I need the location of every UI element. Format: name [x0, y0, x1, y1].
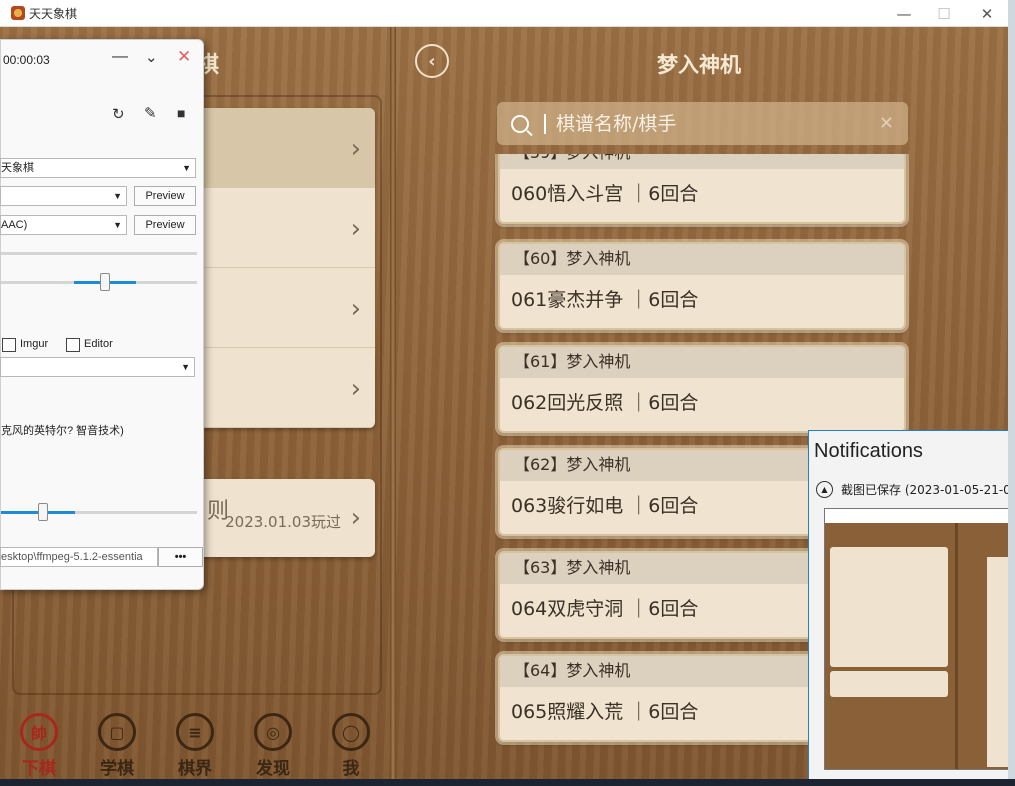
user-icon: ◯	[332, 713, 370, 751]
window-titlebar: 天天象棋	[0, 0, 1008, 27]
nav-play[interactable]: 帥 下棋	[0, 705, 78, 780]
card-header: 【60】梦入神机	[500, 244, 904, 275]
search-icon	[511, 114, 529, 133]
window-select-value: 天象棋	[1, 162, 34, 174]
chevron-right-icon: ›	[350, 214, 361, 244]
editor-checkbox[interactable]	[66, 338, 80, 352]
taskbar	[0, 779, 1015, 786]
refresh-icon[interactable]: ↻	[112, 105, 125, 123]
book-icon: ▢	[98, 713, 136, 751]
screenshot-thumbnail[interactable]	[824, 508, 1015, 770]
separator	[1, 252, 197, 255]
slider-thumb[interactable]	[100, 273, 110, 291]
editor-label: Editor	[84, 338, 113, 350]
bottom-nav: 帥 下棋 ▢ 学棋 ≡ 棋界 ◎ 发现 ◯ 我	[0, 705, 390, 780]
output-path-field[interactable]: esktop\ffmpeg-5.1.2-essentia	[0, 547, 158, 567]
notifications-panel: Notifications ▲ 截图已保存 (2023-01-05-21-09-…	[808, 430, 1015, 786]
collapse-up-icon[interactable]: ▲	[816, 481, 833, 498]
clear-icon[interactable]: ✕	[879, 113, 894, 134]
list-item[interactable]: 【59】梦入神机 060悟入斗宫 ｜6回合	[498, 154, 906, 224]
preview-button[interactable]: Preview	[134, 215, 196, 235]
maximize-button[interactable]: ☐	[924, 0, 964, 27]
chevron-down-icon: ▼	[181, 362, 190, 372]
card-title: 061豪杰并争 ｜6回合	[511, 289, 699, 311]
text-caret	[544, 113, 546, 134]
quality-slider[interactable]	[1, 273, 197, 291]
search-bar: ✕	[497, 102, 908, 145]
recording-timer: 00:00:03	[3, 53, 50, 67]
page-title: 梦入神机	[657, 53, 741, 77]
volume-slider[interactable]	[1, 503, 197, 521]
close-button[interactable]: ✕	[967, 0, 1007, 27]
nav-label: 我	[342, 759, 360, 779]
thumb-recent	[830, 671, 948, 697]
nav-community[interactable]: ≡ 棋界	[156, 705, 234, 780]
nav-label: 学棋	[100, 759, 134, 779]
chevron-right-icon: ›	[350, 374, 361, 404]
chevron-right-icon: ›	[350, 503, 361, 533]
list-item[interactable]: 【60】梦入神机 061豪杰并争 ｜6回合	[498, 242, 906, 330]
nav-label: 下棋	[22, 759, 56, 779]
general-piece-icon: 帥	[20, 713, 58, 751]
output-select[interactable]: ▼	[0, 357, 195, 377]
chevron-right-icon: ›	[350, 294, 361, 324]
collapse-icon[interactable]: ⌄	[145, 48, 158, 66]
close-icon[interactable]: ✕	[177, 47, 191, 67]
window-title: 天天象棋	[29, 6, 78, 21]
panel-divider	[390, 27, 396, 779]
audio-codec-select[interactable]: AAC) ▼	[0, 215, 127, 235]
slider-thumb[interactable]	[38, 503, 48, 521]
search-input[interactable]	[556, 112, 856, 135]
folder-icon[interactable]: ■	[177, 105, 185, 121]
audio-codec-value: AAC)	[1, 219, 28, 231]
minimize-icon[interactable]: —	[112, 48, 128, 66]
browse-button[interactable]: •••	[158, 547, 203, 567]
thumb-titlebar	[825, 509, 1015, 523]
app-logo-icon	[11, 6, 25, 20]
chevron-down-icon: ▼	[182, 163, 191, 173]
card-title: 062回光反照 ｜6回合	[511, 392, 699, 414]
card-header: 【59】梦入神机	[500, 154, 904, 169]
compass-icon: ◎	[254, 713, 292, 751]
imgur-label: Imgur	[20, 338, 49, 350]
recorder-window: 00:00:03 — ⌄ ✕ ↻ ✎ ■ 天象棋 ▼ ▼ Preview AAC)…	[0, 39, 204, 590]
window-select[interactable]: 天象棋 ▼	[0, 158, 196, 178]
list-item[interactable]: 【61】梦入神机 062回光反照 ｜6回合	[498, 345, 906, 433]
recent-game-date: 2023.01.03玩过	[225, 513, 341, 531]
minimize-button[interactable]: —	[884, 0, 924, 27]
chat-icon: ≡	[176, 713, 214, 751]
nav-me[interactable]: ◯ 我	[312, 705, 390, 780]
chevron-down-icon: ▼	[113, 191, 122, 201]
notifications-title: Notifications	[814, 440, 923, 462]
audio-device-label: 克风的英特尔? 智音技术)	[1, 425, 124, 437]
preview-button[interactable]: Preview	[134, 186, 196, 206]
desktop-edge	[1008, 0, 1015, 786]
nav-label: 棋界	[178, 759, 212, 779]
nav-label: 发现	[256, 759, 290, 779]
card-title: 060悟入斗宫 ｜6回合	[511, 183, 699, 205]
video-codec-select[interactable]: ▼	[0, 186, 127, 206]
nav-discover[interactable]: ◎ 发现	[234, 705, 312, 780]
thumb-list	[830, 547, 948, 667]
notification-item[interactable]: ▲ 截图已保存 (2023-01-05-21-09-2	[816, 481, 1015, 498]
imgur-checkbox[interactable]	[2, 338, 16, 352]
back-button[interactable]: ‹	[415, 44, 449, 78]
chevron-down-icon: ▼	[113, 220, 122, 230]
nav-learn[interactable]: ▢ 学棋	[78, 705, 156, 780]
pen-icon[interactable]: ✎	[144, 104, 157, 122]
card-header: 【61】梦入神机	[500, 347, 904, 378]
notification-text: 截图已保存 (2023-01-05-21-09-2	[841, 483, 1015, 497]
chevron-right-icon: ›	[350, 134, 361, 164]
thumb-divider	[955, 523, 958, 769]
